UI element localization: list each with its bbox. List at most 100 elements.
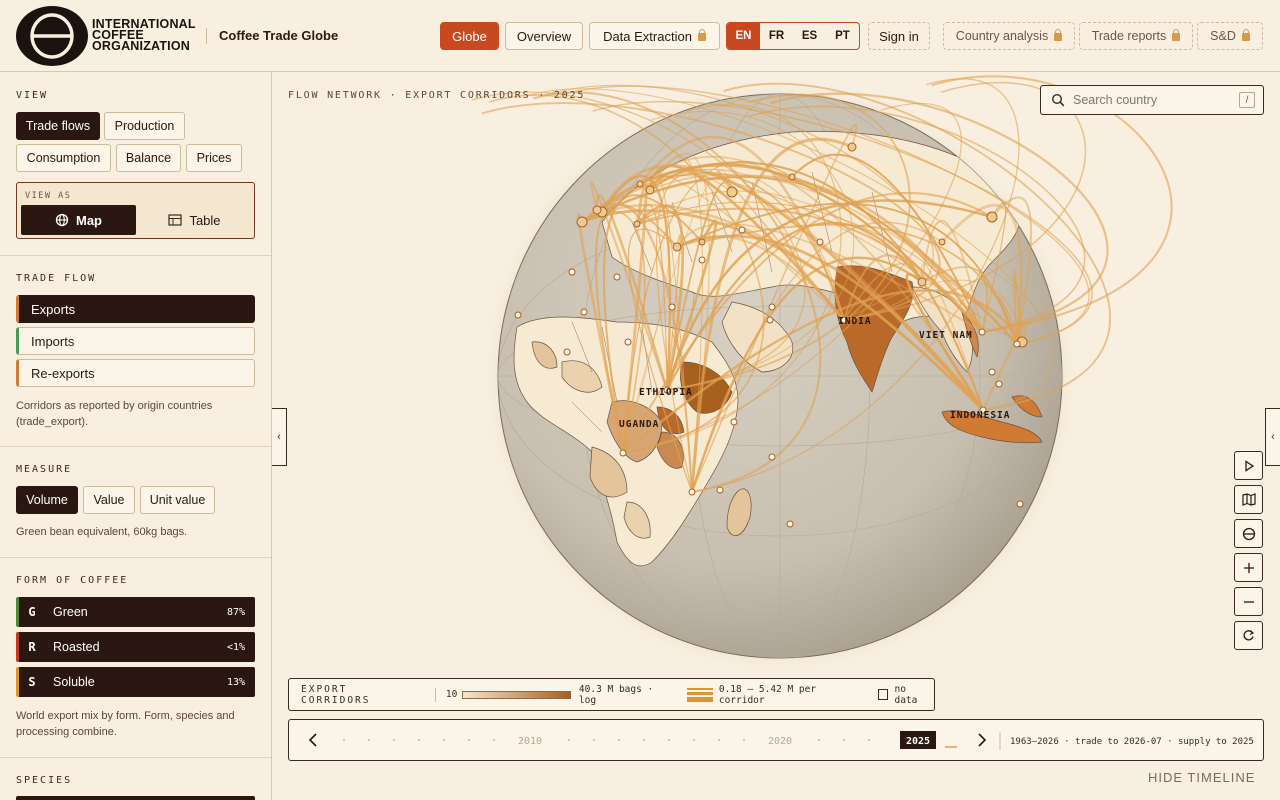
trade-node[interactable] — [766, 316, 774, 324]
zoom-out-button[interactable] — [1234, 587, 1263, 616]
view-balance[interactable]: Balance — [116, 144, 181, 172]
trade-node[interactable] — [613, 273, 621, 281]
view-production[interactable]: Production — [104, 112, 185, 140]
species-first-row[interactable] — [16, 796, 255, 800]
header-divider — [206, 28, 207, 44]
form-roasted-row[interactable]: R Roasted <1% — [16, 632, 255, 662]
flat-map-button[interactable] — [1234, 485, 1263, 514]
trade-node[interactable] — [768, 303, 776, 311]
org-name: INTERNATIONAL COFFEE ORGANIZATION — [92, 17, 196, 53]
view-trade-flows[interactable]: Trade flows — [16, 112, 100, 140]
trade-node[interactable] — [726, 186, 738, 198]
measure-value[interactable]: Value — [83, 486, 135, 514]
flow-imports[interactable]: Imports — [16, 327, 255, 355]
trade-node[interactable] — [788, 173, 796, 181]
view-consumption[interactable]: Consumption — [16, 144, 111, 172]
form-soluble-row[interactable]: S Soluble 13% — [16, 667, 255, 697]
view-section-title: VIEW — [16, 90, 49, 101]
timeline-next-icon[interactable] — [978, 733, 987, 747]
trade-node[interactable] — [698, 256, 706, 264]
collapse-sidebar-button[interactable]: ‹ — [272, 408, 287, 466]
timeline-tick — [843, 739, 845, 741]
trade-node[interactable] — [624, 338, 632, 346]
lock-icon — [1054, 29, 1063, 41]
timeline-mark-2010: 2010 — [518, 736, 542, 747]
trade-node[interactable] — [786, 520, 794, 528]
label-uganda: UGANDA — [619, 419, 659, 430]
trade-node[interactable] — [698, 238, 706, 246]
ico-logo[interactable] — [16, 6, 88, 66]
trade-reports-link[interactable]: Trade reports — [1079, 22, 1193, 50]
trade-node[interactable] — [672, 242, 682, 252]
lock-icon — [1172, 29, 1181, 41]
view-as-map-button[interactable]: Map — [21, 205, 136, 235]
form-green-row[interactable]: G Green 87% — [16, 597, 255, 627]
trade-node[interactable] — [1013, 340, 1021, 348]
sign-in-button[interactable]: Sign in — [868, 22, 930, 50]
trade-node[interactable] — [768, 453, 776, 461]
trade-node[interactable] — [580, 308, 588, 316]
timeline-tick — [343, 739, 345, 741]
reset-view-button[interactable] — [1234, 621, 1263, 650]
lang-pt[interactable]: PT — [826, 23, 859, 49]
label-indonesia: INDONESIA — [950, 410, 1010, 421]
nav-overview-button[interactable]: Overview — [505, 22, 583, 50]
timeline-tick — [643, 739, 645, 741]
trade-node[interactable] — [938, 238, 946, 246]
app-title: Coffee Trade Globe — [219, 28, 339, 43]
trade-node[interactable] — [730, 418, 738, 426]
measure-volume[interactable]: Volume — [16, 486, 78, 514]
lang-en[interactable]: EN — [727, 23, 760, 49]
chevron-left-icon: ‹ — [1271, 431, 1275, 443]
legend-no-data: no data — [894, 683, 918, 706]
trade-node[interactable] — [847, 142, 857, 152]
trade-node[interactable] — [576, 216, 588, 228]
timeline-track[interactable]: 2010 2020 2025 1963–2026 · trade to 2026… — [289, 720, 1265, 762]
legend-width-swatch — [686, 687, 713, 702]
play-icon — [1244, 459, 1254, 472]
timeline-prev-icon[interactable] — [308, 733, 317, 747]
trade-node[interactable] — [716, 486, 724, 494]
trade-node[interactable] — [619, 449, 627, 457]
trade-node[interactable] — [917, 277, 927, 287]
trade-node[interactable] — [1016, 500, 1024, 508]
supply-demand-link[interactable]: S&D — [1197, 22, 1263, 50]
globe-view-button[interactable] — [1234, 519, 1263, 548]
trade-node[interactable] — [995, 380, 1003, 388]
zoom-in-button[interactable] — [1234, 553, 1263, 582]
play-button[interactable] — [1234, 451, 1263, 480]
trade-node[interactable] — [986, 211, 998, 223]
view-as-label: VIEW AS — [25, 191, 72, 201]
lang-es[interactable]: ES — [793, 23, 826, 49]
search-country-input[interactable]: Search country / — [1040, 85, 1264, 115]
trade-node[interactable] — [514, 311, 522, 319]
trade-node[interactable] — [988, 368, 996, 376]
globe-icon — [1242, 527, 1255, 540]
lang-fr[interactable]: FR — [760, 23, 793, 49]
trade-node[interactable] — [636, 180, 644, 188]
hide-timeline-button[interactable]: HIDE TIMELINE — [1148, 770, 1255, 785]
lock-icon — [697, 29, 706, 41]
trade-node[interactable] — [568, 268, 576, 276]
measure-unit-value[interactable]: Unit value — [140, 486, 215, 514]
nav-data-extraction-button[interactable]: Data Extraction — [589, 22, 720, 50]
trade-node[interactable] — [668, 303, 676, 311]
trade-node[interactable] — [816, 238, 824, 246]
trade-node[interactable] — [738, 226, 746, 234]
timeline-mark-2020: 2020 — [768, 736, 792, 747]
trade-node[interactable] — [633, 220, 641, 228]
trade-node[interactable] — [978, 328, 986, 336]
view-prices[interactable]: Prices — [186, 144, 242, 172]
trade-node[interactable] — [563, 348, 571, 356]
view-as-table-button[interactable]: Table — [137, 205, 252, 235]
nav-globe-button[interactable]: Globe — [440, 22, 499, 50]
trade-node[interactable] — [592, 205, 602, 215]
expand-right-panel-button[interactable]: ‹ — [1265, 408, 1280, 466]
trade-node[interactable] — [645, 185, 655, 195]
flow-exports[interactable]: Exports — [16, 295, 255, 323]
legend-scale-max: 40.3 M bags · log — [578, 683, 654, 706]
legend-scale-min: 10 — [445, 689, 458, 700]
country-analysis-link[interactable]: Country analysis — [943, 22, 1075, 50]
flow-re-exports[interactable]: Re-exports — [16, 359, 255, 387]
trade-node[interactable] — [688, 488, 696, 496]
